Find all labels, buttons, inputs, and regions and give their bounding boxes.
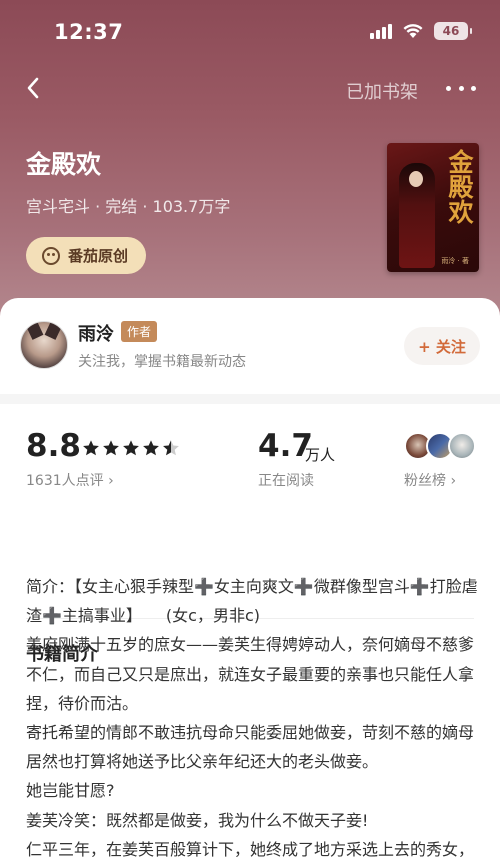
star-full-icon bbox=[143, 440, 159, 456]
more-menu-button[interactable] bbox=[446, 76, 476, 100]
author-subtitle: 关注我，掌握书籍最新动态 bbox=[78, 354, 246, 370]
original-badge[interactable]: 番茄原创 bbox=[26, 237, 147, 274]
star-full-icon bbox=[123, 440, 139, 456]
star-full-icon bbox=[83, 440, 99, 456]
added-to-shelf-button[interactable]: 已加书架 bbox=[346, 78, 418, 104]
smile-icon bbox=[42, 246, 60, 265]
book-meta: 宫斗宅斗 · 完结 · 103.7万字 bbox=[26, 197, 231, 216]
top-nav: 已加书架 bbox=[0, 64, 500, 114]
cover-title: 金殿欢 bbox=[445, 149, 474, 224]
wifi-icon bbox=[402, 23, 424, 39]
battery-icon: 46 bbox=[434, 22, 472, 40]
status-bar: 12:37 46 bbox=[0, 0, 500, 64]
intro-paragraph: 姜芙冷笑：既然都是做妾，我为什么不做天子妾! bbox=[26, 810, 369, 830]
stats-row: 8.8 1631人点评 › 4.7 万人 正在阅读 粉丝榜 › 书籍简介 bbox=[0, 404, 500, 665]
author-name[interactable]: 雨泠 bbox=[78, 320, 114, 346]
cover-author: 雨泠 · 著 bbox=[441, 257, 469, 265]
author-avatar[interactable] bbox=[20, 321, 68, 369]
reading-label: 正在阅读 bbox=[258, 473, 314, 489]
cover-face bbox=[409, 171, 423, 187]
fan-avatar bbox=[448, 432, 476, 460]
book-title: 金殿欢 bbox=[26, 150, 102, 179]
intro-paragraph: 简介：【女主心狠手辣型➕女主向爽文➕微群像型宫斗➕打脸虐渣➕主搞事业】 (女c，… bbox=[26, 577, 478, 626]
more-dot-icon bbox=[446, 85, 451, 91]
back-button[interactable] bbox=[22, 74, 46, 102]
rating-count-link[interactable]: 1631人点评 › bbox=[26, 470, 114, 490]
author-tag: 作者 bbox=[121, 321, 158, 342]
detail-card: 雨泠 作者 关注我，掌握书籍最新动态 + 关注 8.8 1631人点评 › 4.… bbox=[0, 298, 500, 865]
original-badge-label: 番茄原创 bbox=[68, 247, 129, 265]
more-dot-icon bbox=[471, 85, 476, 91]
book-hero: 12:37 46 已加书架 金殿欢 宫斗宅斗 · 完结 · 103.7万字 番茄… bbox=[0, 0, 500, 330]
follow-button[interactable]: + 关注 bbox=[404, 327, 480, 365]
intro-paragraph: 仁平三年，在姜芙百般算计下，她终成了地方采选上去的秀女，从卑微庶女到登顶后宫至高… bbox=[26, 839, 475, 859]
intro-body: 简介：【女主心狠手辣型➕女主向爽文➕微群像型宫斗➕打脸虐渣➕主搞事业】 (女c，… bbox=[26, 572, 478, 865]
fan-avatars[interactable] bbox=[404, 432, 476, 460]
readers-unit: 万人 bbox=[305, 446, 336, 464]
intro-paragraph: 寄托希望的情郎不敢违抗母命只能委屈她做妾，苛刻不慈的嫡母居然也打算将她送予比父亲… bbox=[26, 723, 475, 772]
rating-stars bbox=[82, 439, 180, 457]
chevron-left-icon bbox=[27, 77, 39, 99]
rating-score: 8.8 bbox=[26, 428, 81, 464]
status-time: 12:37 bbox=[54, 20, 124, 44]
section-divider bbox=[0, 394, 500, 404]
status-icons: 46 bbox=[370, 22, 472, 40]
fans-rank-link[interactable]: 粉丝榜 › bbox=[404, 470, 456, 490]
signal-icon bbox=[370, 23, 392, 39]
star-full-icon bbox=[103, 440, 119, 456]
star-half-icon bbox=[163, 440, 179, 456]
book-cover[interactable]: 金殿欢 雨泠 · 著 bbox=[387, 143, 479, 272]
more-dot-icon bbox=[458, 85, 464, 91]
intro-paragraph: 姜府刚满十五岁的庶女——姜芙生得娉婷动人，奈何嫡母不慈爹不仁，而自己又只是庶出，… bbox=[26, 635, 475, 713]
author-row[interactable]: 雨泠 作者 关注我，掌握书籍最新动态 + 关注 bbox=[0, 298, 500, 394]
intro-paragraph: 她岂能甘愿? bbox=[26, 781, 115, 801]
